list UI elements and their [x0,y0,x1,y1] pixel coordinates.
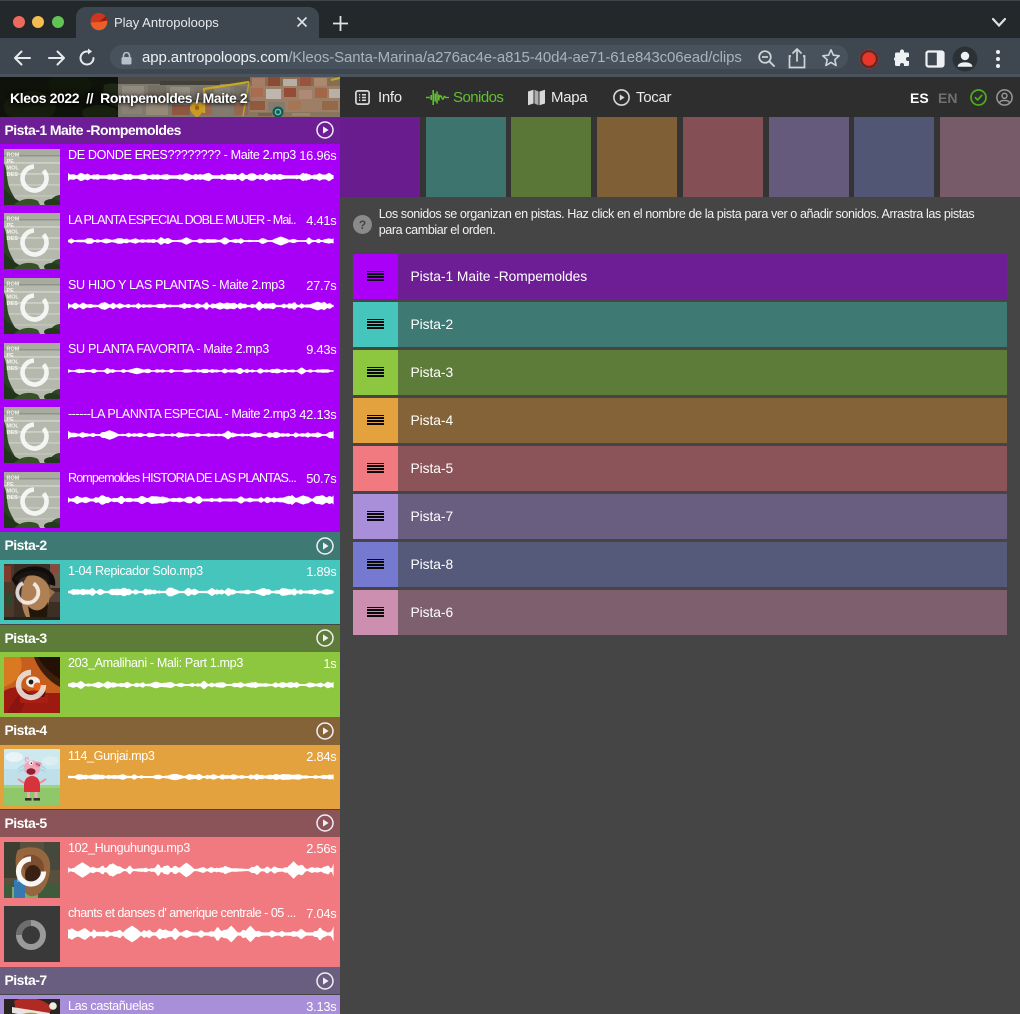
svg-text:ROM: ROM [7,281,20,287]
svg-text:PE: PE [7,482,15,488]
svg-text:MOL: MOL [7,294,20,300]
svg-text:DES: DES [7,172,19,178]
svg-text:PE: PE [7,288,15,294]
svg-text:PE: PE [7,353,15,359]
svg-text:ROM: ROM [7,217,20,223]
svg-text:?: ? [359,218,366,232]
svg-text:ROM: ROM [7,475,20,481]
svg-text:MOL: MOL [7,424,20,430]
svg-text:MOL: MOL [7,230,20,236]
svg-text:MOL: MOL [7,359,20,365]
svg-text:DES: DES [7,366,19,372]
svg-text:DES: DES [7,430,19,436]
svg-text:MOL: MOL [7,165,20,171]
svg-text:PE: PE [7,159,15,165]
svg-text:PE: PE [7,223,15,229]
svg-text:DES: DES [7,495,19,501]
svg-text:ROM: ROM [7,346,20,352]
svg-text:MOL: MOL [7,488,20,494]
svg-text:ROM: ROM [7,152,20,158]
svg-text:ROM: ROM [7,411,20,417]
svg-text:PE: PE [7,417,15,423]
svg-text:DES: DES [7,301,19,307]
svg-text:DES: DES [7,236,19,242]
